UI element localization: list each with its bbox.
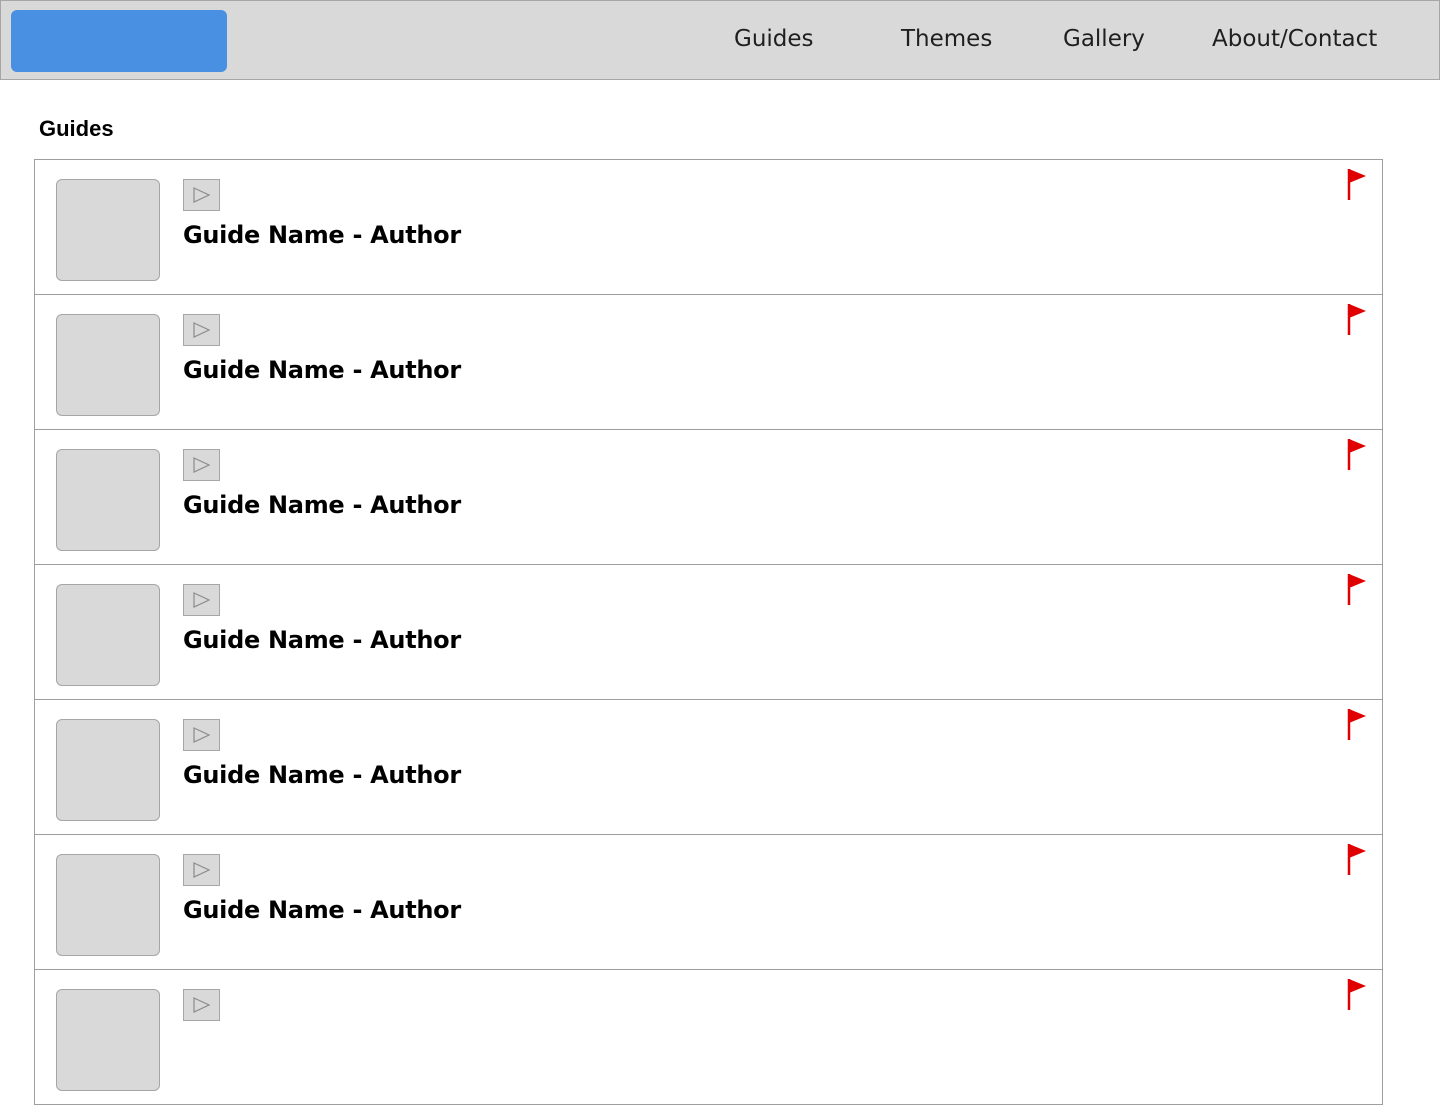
guide-thumbnail[interactable] [56,314,160,416]
guide-row[interactable]: Guide Name - Author [34,294,1383,430]
play-button[interactable] [183,314,220,346]
play-button[interactable] [183,584,220,616]
flag-button[interactable] [1346,708,1368,742]
play-button[interactable] [183,989,220,1021]
flag-icon [1347,169,1366,200]
logo[interactable] [11,10,227,72]
flag-button[interactable] [1346,843,1368,877]
nav-link-gallery[interactable]: Gallery [1063,23,1145,55]
guide-title[interactable]: Guide Name - Author [183,490,461,520]
guide-title[interactable]: Guide Name - Author [183,625,461,655]
play-icon [193,997,211,1013]
flag-icon [1347,574,1366,605]
flag-icon [1347,439,1366,470]
play-icon [193,187,211,203]
page-title: Guides [39,116,114,141]
flag-icon [1347,979,1366,1010]
flag-button[interactable] [1346,438,1368,472]
play-button[interactable] [183,854,220,886]
guide-thumbnail[interactable] [56,179,160,281]
play-icon [193,322,211,338]
guide-row[interactable]: Guide Name - Author [34,429,1383,565]
guide-row[interactable]: Guide Name - Author [34,159,1383,295]
guide-row[interactable]: Guide Name - Author [34,699,1383,835]
guide-list: Guide Name - Author Guide Name - Author Gu… [34,159,1383,1105]
flag-button[interactable] [1346,978,1368,1012]
flag-button[interactable] [1346,168,1368,202]
play-button[interactable] [183,449,220,481]
guide-thumbnail[interactable] [56,584,160,686]
guide-title[interactable]: Guide Name - Author [183,355,461,385]
play-button[interactable] [183,719,220,751]
play-button[interactable] [183,179,220,211]
nav-link-guides[interactable]: Guides [734,23,814,55]
guide-row[interactable]: Guide Name - Author [34,834,1383,970]
flag-button[interactable] [1346,573,1368,607]
guide-title[interactable]: Guide Name - Author [183,220,461,250]
nav-link-themes[interactable]: Themes [901,23,992,55]
play-icon [193,727,211,743]
guide-row[interactable] [34,969,1383,1105]
flag-button[interactable] [1346,303,1368,337]
guide-thumbnail[interactable] [56,989,160,1091]
guide-title[interactable]: Guide Name - Author [183,760,461,790]
play-icon [193,457,211,473]
flag-icon [1347,304,1366,335]
guide-thumbnail[interactable] [56,854,160,956]
guide-thumbnail[interactable] [56,719,160,821]
flag-icon [1347,844,1366,875]
guide-thumbnail[interactable] [56,449,160,551]
flag-icon [1347,709,1366,740]
play-icon [193,862,211,878]
top-navbar: Guides Themes Gallery About/Contact [0,0,1440,80]
guide-row[interactable]: Guide Name - Author [34,564,1383,700]
guide-title[interactable]: Guide Name - Author [183,895,461,925]
play-icon [193,592,211,608]
nav-link-about-contact[interactable]: About/Contact [1212,23,1377,55]
